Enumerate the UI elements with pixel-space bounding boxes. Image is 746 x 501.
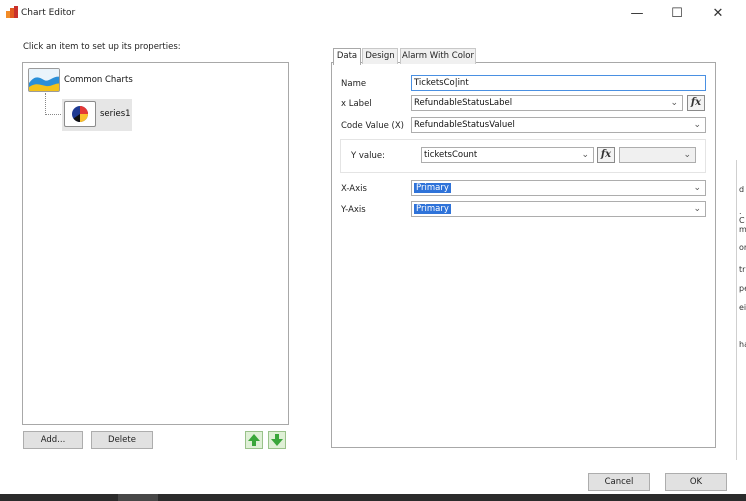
add-button[interactable]: Add... (23, 431, 83, 449)
tab-design[interactable]: Design (362, 48, 398, 64)
edge-text: m (739, 225, 746, 234)
edge-text: pe (739, 284, 746, 293)
edge-text: . C (739, 207, 745, 225)
code-value-value: RefundableStatusValuel (414, 120, 515, 130)
tree-connector (45, 93, 46, 115)
chevron-down-icon: ⌄ (693, 183, 701, 193)
window-title: Chart Editor (21, 8, 76, 18)
close-button[interactable]: ✕ (698, 4, 738, 24)
y-axis-select[interactable]: Primary ⌄ (411, 201, 706, 217)
arrow-down-icon (271, 434, 283, 446)
move-down-button[interactable] (268, 431, 286, 449)
code-value-select[interactable]: RefundableStatusValuel ⌄ (411, 117, 706, 133)
code-value-label: Code Value (X) (341, 121, 404, 131)
x-axis-label: X-Axis (341, 184, 367, 194)
x-label-select[interactable]: RefundableStatusLabel ⌄ (411, 95, 683, 111)
tab-data[interactable]: Data (333, 48, 361, 65)
x-axis-select[interactable]: Primary ⌄ (411, 180, 706, 196)
pie-chart-icon (64, 101, 96, 127)
x-label-value: RefundableStatusLabel (414, 98, 513, 108)
edge-text: ha (739, 340, 746, 349)
chevron-down-icon: ⌄ (683, 150, 691, 160)
y-value-value: ticketsCount (424, 150, 478, 160)
edge-text: or (739, 243, 746, 252)
name-label: Name (341, 79, 367, 89)
chevron-down-icon: ⌄ (693, 204, 701, 214)
tree-node-series1[interactable]: series1 (62, 99, 132, 131)
y-value-extra-select[interactable]: ⌄ (619, 147, 696, 163)
chevron-down-icon: ⌄ (693, 120, 701, 130)
tab-alarm-with-color[interactable]: Alarm With Color (400, 48, 476, 64)
edge-text: ei (739, 303, 746, 312)
chevron-down-icon: ⌄ (670, 98, 678, 108)
chevron-down-icon: ⌄ (581, 150, 589, 160)
y-value-label: Y value: (351, 151, 385, 161)
y-axis-value: Primary (414, 204, 451, 214)
x-label-label: x Label (341, 99, 372, 109)
cancel-button[interactable]: Cancel (588, 473, 650, 491)
y-axis-label: Y-Axis (341, 205, 366, 215)
y-value-formula-button[interactable]: fx (597, 147, 615, 163)
tree-node-common-charts[interactable]: Common Charts (28, 68, 168, 92)
tree-caption: Click an item to set up its properties: (23, 42, 181, 52)
name-input[interactable]: TicketsCo|int (411, 75, 706, 91)
area-chart-icon (28, 68, 60, 92)
ok-button[interactable]: OK (665, 473, 727, 491)
edge-text: tr (739, 265, 746, 274)
y-value-select[interactable]: ticketsCount ⌄ (421, 147, 594, 163)
minimize-button[interactable]: — (617, 4, 657, 24)
delete-button[interactable]: Delete (91, 431, 153, 449)
taskbar-strip (0, 494, 746, 501)
tree-node-label: series1 (100, 109, 131, 119)
background-window-edge: d . C m or tr pe ei ha (736, 160, 746, 460)
x-label-formula-button[interactable]: fx (687, 95, 705, 111)
tree-node-label: Common Charts (64, 75, 133, 85)
maximize-button[interactable]: ☐ (657, 4, 697, 24)
tree-connector (45, 114, 63, 115)
edge-text: d (739, 185, 745, 194)
x-axis-value: Primary (414, 183, 451, 193)
move-up-button[interactable] (245, 431, 263, 449)
arrow-up-icon (248, 434, 260, 446)
chart-editor-app-icon (6, 6, 18, 18)
